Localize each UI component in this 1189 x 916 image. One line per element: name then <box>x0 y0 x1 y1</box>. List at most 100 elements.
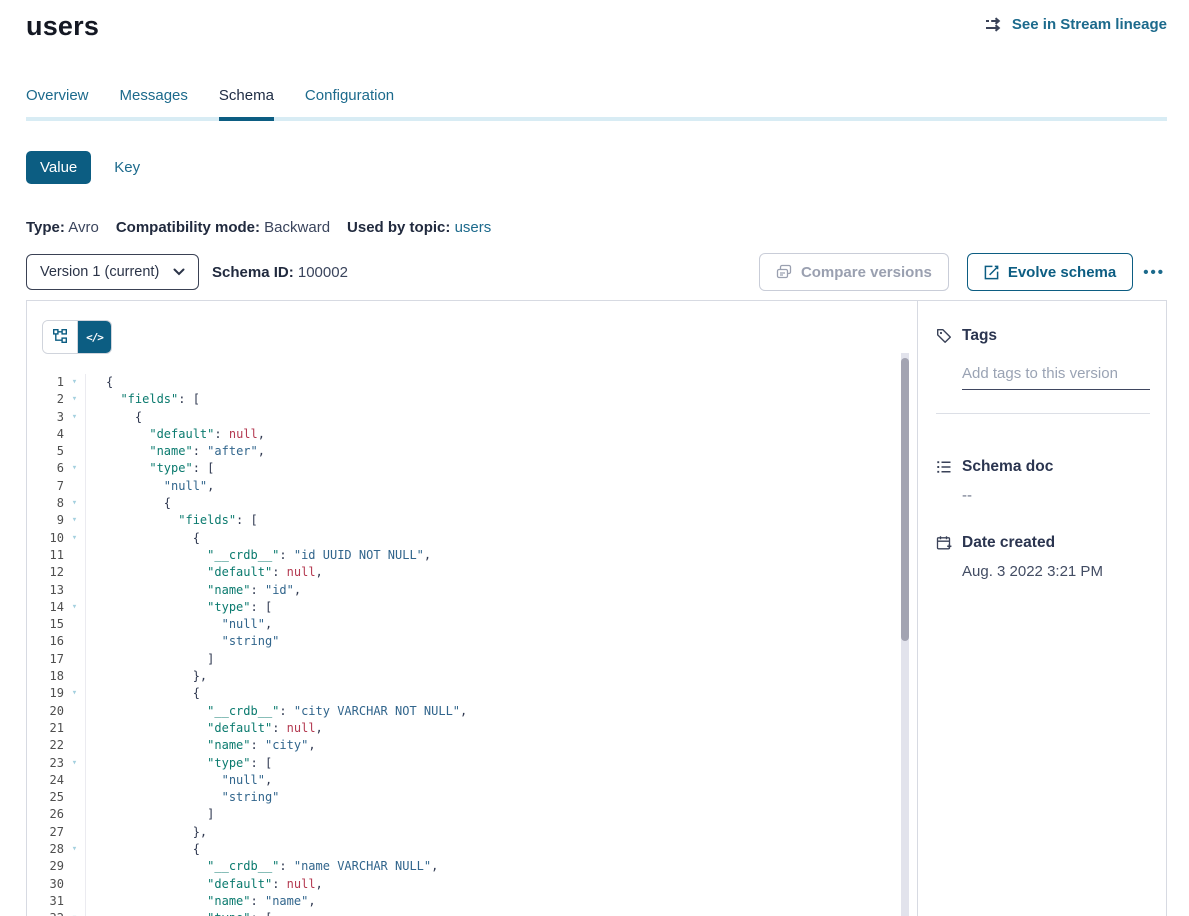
schema-id: Schema ID: 100002 <box>212 264 348 281</box>
tags-title: Tags <box>962 327 997 345</box>
line-number: 28 <box>27 841 64 858</box>
code-line: 25 "string" <box>27 789 917 806</box>
schema-id-value: 100002 <box>298 264 348 281</box>
fold-gutter <box>64 737 86 754</box>
schema-doc-value: -- <box>962 487 1150 504</box>
line-number: 3 <box>27 409 64 426</box>
tree-view-button[interactable] <box>43 321 77 353</box>
code-line: 24 "null", <box>27 772 917 789</box>
version-select[interactable]: Version 1 (current) <box>26 254 199 290</box>
topic-link[interactable]: users <box>455 219 492 236</box>
tags-header: Tags <box>936 327 1150 345</box>
version-select-value: Version 1 (current) <box>40 264 159 280</box>
fold-arrow-icon[interactable]: ▾ <box>64 755 86 772</box>
line-number: 13 <box>27 582 64 599</box>
code-line: 1▾{ <box>27 374 917 391</box>
stream-lineage-icon <box>985 17 1004 32</box>
fold-arrow-icon[interactable]: ▾ <box>64 495 86 512</box>
fold-arrow-icon[interactable]: ▾ <box>64 910 86 916</box>
fold-arrow-icon[interactable]: ▾ <box>64 460 86 477</box>
fold-gutter <box>64 443 86 460</box>
schema-doc-title: Schema doc <box>962 458 1053 476</box>
fold-arrow-icon[interactable]: ▾ <box>64 409 86 426</box>
fold-arrow-icon[interactable]: ▾ <box>64 391 86 408</box>
tab-overview[interactable]: Overview <box>26 87 89 104</box>
fold-gutter <box>64 582 86 599</box>
fold-gutter <box>64 876 86 893</box>
code-text: "name": "name", <box>86 893 316 910</box>
line-number: 19 <box>27 685 64 702</box>
code-line: 17 ] <box>27 651 917 668</box>
code-line: 27 }, <box>27 824 917 841</box>
line-number: 26 <box>27 806 64 823</box>
type-label: Type: <box>26 219 65 236</box>
line-number: 12 <box>27 564 64 581</box>
line-number: 29 <box>27 858 64 875</box>
fold-gutter <box>64 789 86 806</box>
view-toggle: </> <box>42 320 112 354</box>
line-number: 20 <box>27 703 64 720</box>
code-line: 16 "string" <box>27 633 917 650</box>
code-line: 29 "__crdb__": "name VARCHAR NULL", <box>27 858 917 875</box>
code-line: 6▾ "type": [ <box>27 460 917 477</box>
fold-arrow-icon[interactable]: ▾ <box>64 599 86 616</box>
code-view-button[interactable]: </> <box>77 321 111 353</box>
code-text: "default": null, <box>86 720 323 737</box>
code-text: { <box>86 841 200 858</box>
code-text: "default": null, <box>86 426 265 443</box>
code-text: "fields": [ <box>86 391 200 408</box>
code-line: 20 "__crdb__": "city VARCHAR NOT NULL", <box>27 703 917 720</box>
fold-arrow-icon[interactable]: ▾ <box>64 841 86 858</box>
fold-arrow-icon[interactable]: ▾ <box>64 512 86 529</box>
schema-page: users See in Stream lineage Overview Mes… <box>0 0 1189 916</box>
key-toggle-button[interactable]: Key <box>108 151 146 184</box>
value-toggle-button[interactable]: Value <box>26 151 91 184</box>
line-number: 15 <box>27 616 64 633</box>
compatibility-mode: Compatibility mode: Backward <box>116 219 330 236</box>
code-line: 11 "__crdb__": "id UUID NOT NULL", <box>27 547 917 564</box>
code-text: "type": [ <box>86 755 272 772</box>
code-scrollbar-track[interactable] <box>901 353 909 916</box>
fold-arrow-icon[interactable]: ▾ <box>64 530 86 547</box>
chevron-down-icon <box>173 268 185 276</box>
stream-lineage-link[interactable]: See in Stream lineage <box>985 16 1167 33</box>
edit-icon <box>984 265 999 280</box>
code-editor[interactable]: 1▾{2▾ "fields": [3▾ {4 "default": null,5… <box>27 374 917 916</box>
fold-arrow-icon[interactable]: ▾ <box>64 374 86 391</box>
code-text: "__crdb__": "city VARCHAR NOT NULL", <box>86 703 467 720</box>
line-number: 30 <box>27 876 64 893</box>
line-number: 11 <box>27 547 64 564</box>
tab-schema[interactable]: Schema <box>219 87 274 104</box>
code-text: "type": [ <box>86 910 272 916</box>
evolve-schema-button[interactable]: Evolve schema <box>967 253 1133 291</box>
compat-value: Backward <box>264 219 330 236</box>
line-number: 21 <box>27 720 64 737</box>
tab-configuration[interactable]: Configuration <box>305 87 394 104</box>
compare-icon <box>776 264 792 280</box>
fold-gutter <box>64 564 86 581</box>
code-icon: </> <box>86 331 103 344</box>
code-line: 9▾ "fields": [ <box>27 512 917 529</box>
line-number: 17 <box>27 651 64 668</box>
code-line: 26 ] <box>27 806 917 823</box>
tags-input[interactable] <box>962 365 1150 390</box>
tree-icon <box>52 328 68 347</box>
line-number: 16 <box>27 633 64 650</box>
compat-label: Compatibility mode: <box>116 219 260 236</box>
date-created-header: Date created <box>936 534 1150 552</box>
tab-messages[interactable]: Messages <box>120 87 188 104</box>
used-by-topic: Used by topic: users <box>347 219 491 236</box>
code-scrollbar-thumb[interactable] <box>901 358 909 641</box>
compare-versions-button[interactable]: Compare versions <box>759 253 949 291</box>
schema-meta: Type: Avro Compatibility mode: Backward … <box>26 219 1167 236</box>
fold-gutter <box>64 806 86 823</box>
list-icon <box>936 459 952 475</box>
code-text: "type": [ <box>86 599 272 616</box>
code-line: 8▾ { <box>27 495 917 512</box>
more-options-button[interactable]: ••• <box>1141 260 1167 285</box>
line-number: 4 <box>27 426 64 443</box>
fold-arrow-icon[interactable]: ▾ <box>64 685 86 702</box>
code-text: "__crdb__": "name VARCHAR NULL", <box>86 858 438 875</box>
fold-gutter <box>64 858 86 875</box>
code-text: "name": "city", <box>86 737 316 754</box>
